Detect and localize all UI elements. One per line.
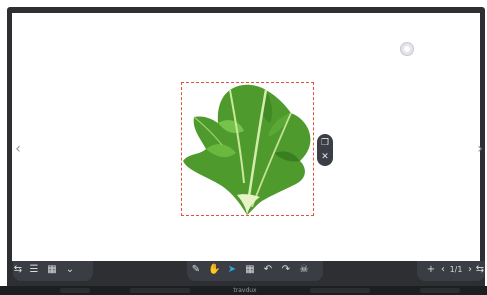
next-page-chevron-right-icon[interactable]: ›	[475, 140, 485, 158]
chevron-left-icon[interactable]: ‹	[437, 264, 449, 276]
grid-icon[interactable]: ▦	[46, 264, 58, 276]
swap-icon[interactable]: ⇆	[474, 264, 486, 276]
close-icon[interactable]: ✕	[319, 151, 331, 163]
taskbar-segment	[420, 288, 460, 293]
taskbar-segment	[60, 288, 90, 293]
taskbar-title: travdux	[233, 287, 257, 294]
select-icon[interactable]: ➤	[226, 264, 238, 276]
floating-assist-button[interactable]	[400, 42, 414, 56]
redo-icon[interactable]: ↷	[280, 264, 292, 276]
swap-icon[interactable]: ⇆	[12, 264, 24, 276]
taskbar-segment	[130, 288, 190, 293]
hand-icon[interactable]: ✋	[208, 264, 220, 276]
undo-icon[interactable]: ↶	[262, 264, 274, 276]
list-icon[interactable]: ☰	[28, 264, 40, 276]
prev-page-chevron-left-icon[interactable]: ‹	[13, 140, 23, 158]
copy-icon[interactable]: ❐	[319, 137, 331, 149]
clean-icon[interactable]: ☠	[298, 264, 310, 276]
pen-icon[interactable]: ✎	[190, 264, 202, 276]
page-indicator: 1/1	[449, 265, 463, 274]
object-context-menu: ❐ ✕	[317, 134, 333, 166]
taskbar-segment	[310, 288, 370, 293]
apps-icon[interactable]: ▦	[244, 264, 256, 276]
chevron-down-icon[interactable]: ⌄	[64, 264, 76, 276]
plus-icon[interactable]: +	[425, 264, 437, 276]
lettuce-image[interactable]	[182, 83, 313, 215]
